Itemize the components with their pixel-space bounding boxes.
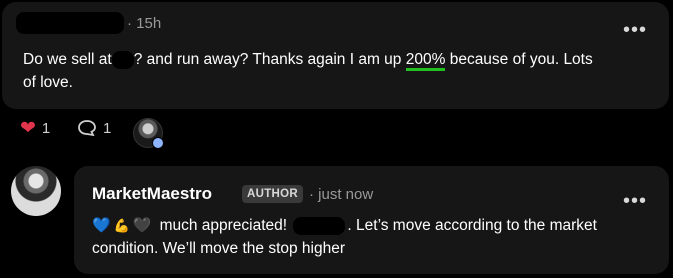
flexed-arm-icon: 💪 <box>113 218 130 234</box>
author-name[interactable]: MarketMaestro <box>92 184 212 204</box>
like-button[interactable]: ❤ 1 <box>20 119 50 138</box>
reply-text-line2: condition. We’ll move the stop higher <box>92 240 346 257</box>
comment-button[interactable]: 1 <box>77 119 111 137</box>
black-heart-icon: 🖤 <box>132 217 152 235</box>
reply-more-icon[interactable]: ••• <box>623 191 647 211</box>
author-badge: AUTHOR <box>242 185 303 203</box>
author-avatar[interactable] <box>11 166 61 216</box>
blue-heart-icon: 💙 <box>92 217 111 235</box>
redacted-mention <box>293 216 346 235</box>
comment-icon <box>78 120 96 137</box>
highlighted-percent: 200% <box>405 51 446 71</box>
reply-timestamp: · just now <box>309 186 374 203</box>
redacted-username <box>16 12 124 34</box>
comment-text-line1: Do we sell at? and run away? Thanks agai… <box>23 48 593 71</box>
comment-text-line2: of love. <box>23 74 73 91</box>
more-icon[interactable]: ••• <box>623 20 647 40</box>
comment-count: 1 <box>103 119 112 137</box>
reply-emojis: 💙 💪 🖤 <box>92 214 152 237</box>
heart-icon: ❤ <box>20 118 36 139</box>
redacted-text <box>111 50 134 69</box>
replier-avatar[interactable] <box>133 118 164 149</box>
comment-timestamp: · 15h <box>127 15 162 32</box>
reply-text-line1: 💙 💪 🖤 much appreciated! . Let’s move acc… <box>92 214 597 237</box>
like-count: 1 <box>41 120 51 137</box>
heart-badge-icon <box>152 137 164 149</box>
